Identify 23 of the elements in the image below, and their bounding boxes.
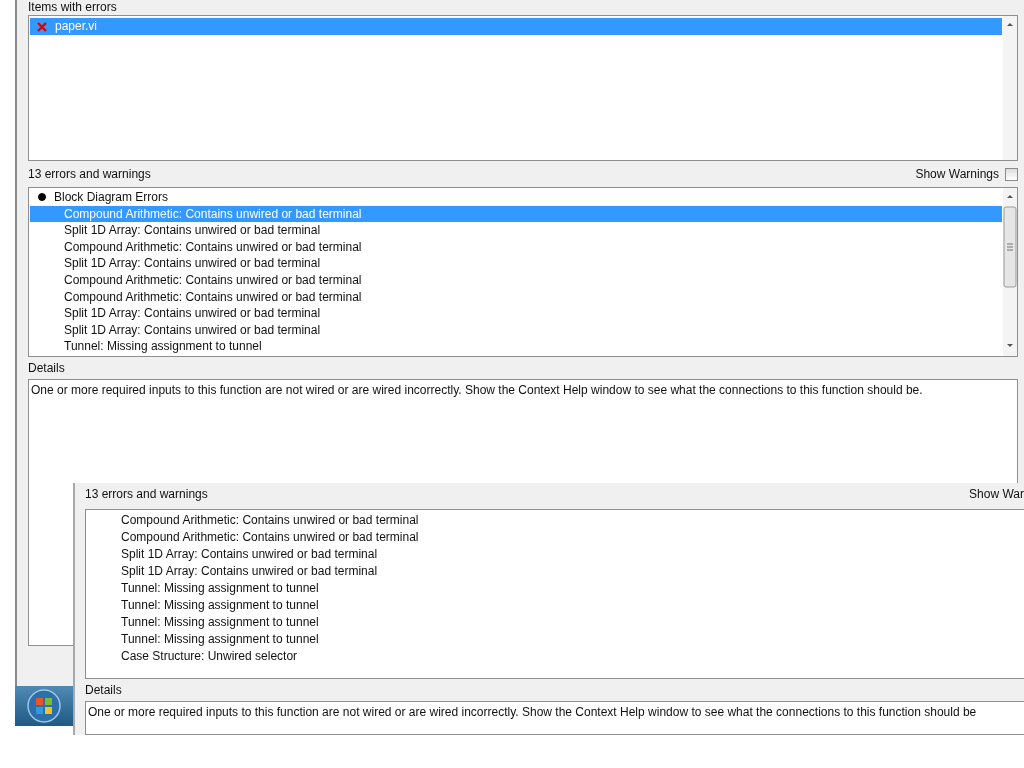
error-item[interactable]: Split 1D Array: Contains unwired or bad terminal xyxy=(30,222,1002,239)
vertical-scrollbar[interactable] xyxy=(1003,188,1017,356)
details-label: Details xyxy=(28,360,66,377)
start-button[interactable] xyxy=(15,686,73,726)
checkbox-label: Show Warnings xyxy=(915,167,999,181)
error-item[interactable]: Split 1D Array: Contains unwired or bad terminal xyxy=(30,305,1002,322)
error-item[interactable]: Compound Arithmetic: Contains unwired or bad terminal xyxy=(30,238,1002,256)
details-text: One or more required inputs to this function are not wired or are wired incorrectly. Show the Context Help window to see what the connections to this function should be xyxy=(85,701,1024,735)
count-label: 13 errors and warnings xyxy=(28,167,151,181)
show-warnings-checkbox[interactable] xyxy=(1005,167,1018,181)
error-item[interactable]: Split 1D Array: Contains unwired or bad terminal xyxy=(30,255,1002,272)
count-label: 13 errors and warnings xyxy=(85,487,208,501)
vertical-scrollbar[interactable] xyxy=(1003,16,1017,160)
error-item[interactable]: Compound Arithmetic: Contains unwired or bad terminal xyxy=(30,271,1002,289)
group-row[interactable]: Block Diagram Errors xyxy=(30,189,1002,206)
details-label: Details xyxy=(85,682,123,699)
error-item[interactable]: Compound Arithmetic: Contains unwired or bad terminal xyxy=(30,288,1002,306)
cross-icon xyxy=(37,21,47,32)
windows-logo-icon xyxy=(27,689,61,723)
error-item[interactable]: Case Structure: Unwired selector xyxy=(87,648,1023,665)
error-item[interactable]: Split 1D Array: Contains unwired or bad terminal xyxy=(30,321,1002,339)
error-item[interactable]: Tunnel: Missing assignment to tunnel xyxy=(30,338,1002,355)
section-label: Items with errors xyxy=(28,0,118,14)
